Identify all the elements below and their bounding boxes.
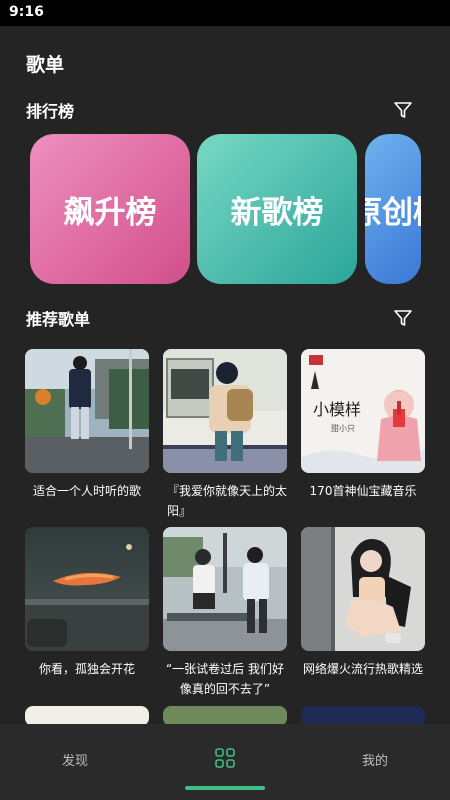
playlist-card[interactable]: 『我爱你就像天上的太阳』 xyxy=(163,349,287,521)
page-title: 歌单 xyxy=(26,54,65,76)
ranking-card-label: 新歌榜 xyxy=(230,194,324,231)
playlist-cover-image xyxy=(301,527,425,651)
playlist-title: 你看，孤独会开花 xyxy=(38,662,135,676)
ranking-card-original[interactable]: 原创榜 xyxy=(365,134,421,284)
playlist-card[interactable]: 小模样 甜小只 170首神仙宝藏音乐 xyxy=(301,349,425,501)
playlist-title: 适合一个人时听的歌 xyxy=(32,484,141,498)
grid-icon[interactable] xyxy=(214,747,236,769)
nav-item-mine[interactable]: 我的 xyxy=(362,750,388,769)
playlist-card[interactable]: 适合一个人时听的歌 xyxy=(25,349,149,501)
playlist-cover-image xyxy=(163,349,287,473)
ranking-card-label: 原创榜 xyxy=(365,194,421,231)
filter-icon[interactable] xyxy=(393,308,413,328)
playlist-card[interactable] xyxy=(25,706,149,724)
status-time: 9:16 xyxy=(9,4,44,20)
playlist-card[interactable]: 你看，孤独会开花 xyxy=(25,527,149,679)
playlist-page: 歌单 排行榜 飙升榜 新歌榜 原创榜 推荐歌单 xyxy=(0,26,450,724)
playlist-title: 170首神仙宝藏音乐 xyxy=(309,484,417,498)
playlist-title: 『我爱你就像天上的太阳』 xyxy=(167,484,288,518)
playlist-cover-image xyxy=(301,706,425,724)
playlist-cover-image xyxy=(25,706,149,724)
svg-text:小模样: 小模样 xyxy=(313,400,361,419)
playlist-card[interactable]: 网络爆火流行热歌精选 xyxy=(301,527,425,679)
playlist-title: 网络爆火流行热歌精选 xyxy=(302,662,423,676)
filter-icon[interactable] xyxy=(393,100,413,120)
ranking-carousel[interactable]: 飙升榜 新歌榜 原创榜 xyxy=(30,134,450,284)
ranking-card-label: 飙升榜 xyxy=(63,194,157,231)
ranking-section-title: 排行榜 xyxy=(26,102,75,121)
nav-active-indicator xyxy=(185,786,265,790)
status-bar: 9:16 xyxy=(0,0,450,26)
playlist-cover-image xyxy=(25,527,149,651)
ranking-card-soaring[interactable]: 飙升榜 xyxy=(30,134,190,284)
playlist-cover-image xyxy=(25,349,149,473)
recommend-section-title: 推荐歌单 xyxy=(26,310,91,329)
playlist-card[interactable] xyxy=(163,706,287,724)
ranking-card-new-songs[interactable]: 新歌榜 xyxy=(197,134,357,284)
playlist-cover-image xyxy=(163,706,287,724)
playlist-card[interactable] xyxy=(301,706,425,724)
playlist-cover-image xyxy=(163,527,287,651)
bottom-navigation: 发现 我的 xyxy=(0,724,450,800)
playlist-card[interactable]: “一张试卷过后 我们好像真的回不去了” xyxy=(163,527,287,699)
svg-text:甜小只: 甜小只 xyxy=(331,423,355,433)
nav-item-discover[interactable]: 发现 xyxy=(62,750,88,769)
playlist-title: “一张试卷过后 我们好像真的回不去了” xyxy=(165,662,285,696)
playlist-cover-image: 小模样 甜小只 xyxy=(301,349,425,473)
